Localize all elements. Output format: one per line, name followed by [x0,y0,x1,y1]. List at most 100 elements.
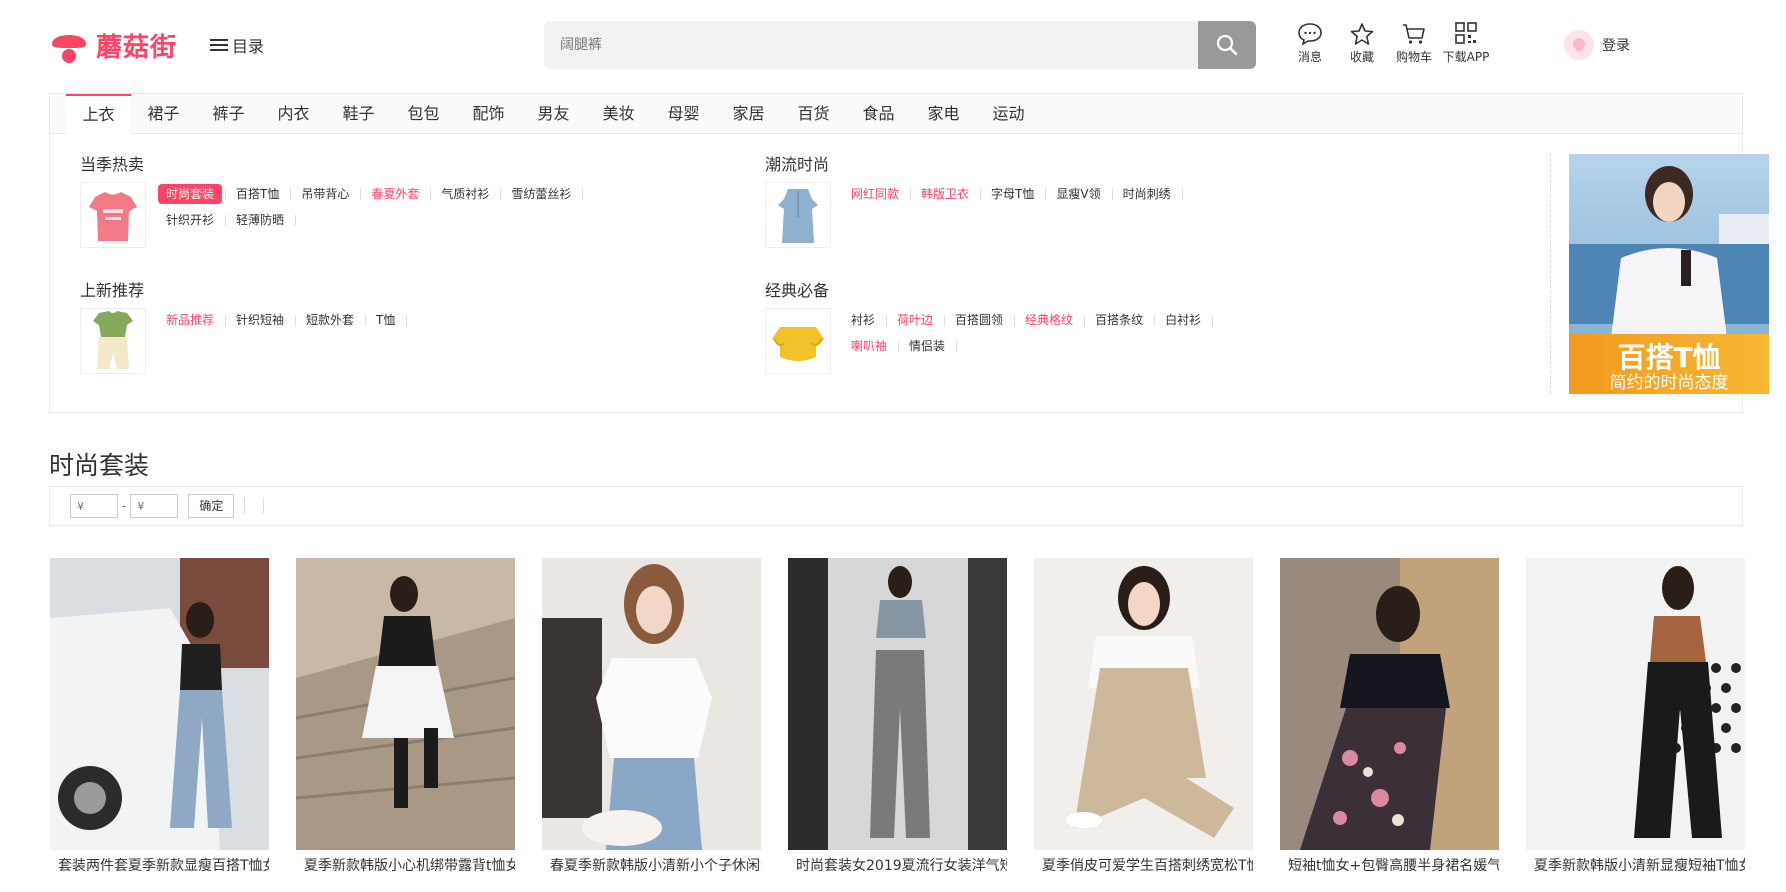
min-price-input[interactable] [70,494,118,518]
product-card[interactable]: 套装两件套夏季新款显瘦百搭T恤女韩版宽松阔腿裤 [50,558,269,892]
product-card[interactable]: 夏季新款韩版小清新显瘦短袖T恤女阔腿裤套装 [1526,558,1745,892]
group-thumbnail[interactable] [765,182,831,248]
product-card[interactable]: 夏季俏皮可爱学生百搭刺绣宽松T恤背带裤两件套 [1034,558,1253,892]
tab-appliances[interactable]: 家电 [911,94,976,134]
search-input[interactable] [544,21,1198,69]
tab-skirts[interactable]: 裙子 [131,94,196,134]
group-thumbnail[interactable] [80,182,146,248]
tab-pants[interactable]: 裤子 [196,94,261,134]
tag[interactable]: 新品推荐 [158,310,227,330]
tag[interactable]: 韩版卫衣 [913,184,982,204]
page: 蘑菇街 目录 消息 收藏 [0,0,1786,879]
category-group-trend: 潮流时尚 网红同款 韩版卫衣 字母T恤 显瘦V领 时尚刺绣 [765,154,1273,248]
product-photo[interactable] [788,558,1007,850]
product-photo[interactable] [1034,558,1253,850]
product-photo[interactable] [542,558,761,850]
product-photo[interactable] [1280,558,1499,850]
tab-home[interactable]: 家居 [716,94,781,134]
group-thumbnail[interactable] [765,308,831,374]
tab-general[interactable]: 百货 [781,94,846,134]
promo-banner[interactable]: 百搭T恤 简约的时尚态度 [1569,154,1769,394]
favorites-button[interactable]: 收藏 [1336,22,1388,65]
search-icon [1216,34,1238,56]
panel-divider [1550,154,1551,394]
tab-beauty[interactable]: 美妆 [586,94,651,134]
tag[interactable]: 百搭圆领 [947,310,1016,330]
cart-button[interactable]: 购物车 [1388,22,1440,65]
tab-shoes[interactable]: 鞋子 [326,94,391,134]
tag[interactable]: 显瘦V领 [1048,184,1113,204]
filter-divider [263,498,265,514]
tag[interactable]: 百搭T恤 [228,184,292,204]
confirm-button[interactable]: 确定 [188,494,235,518]
logo-text: 蘑菇街 [96,32,178,63]
product-card[interactable]: 短袖t恤女+包臀高腰半身裙名媛气质两件套装 [1280,558,1499,892]
group-title: 当季热卖 [80,155,145,174]
tag[interactable]: 衬衫 [843,310,888,330]
tab-bags[interactable]: 包包 [391,94,456,134]
tag[interactable]: 春夏外套 [363,184,432,204]
header-tools: 消息 收藏 购物车 下载APP [1284,22,1492,65]
tag[interactable]: 时尚套装 [158,184,227,204]
download-app-button[interactable]: 下载APP [1440,22,1492,65]
price-filter: - 确定 [49,486,1743,526]
product-photo[interactable] [296,558,515,850]
product-title[interactable]: 夏季新款韩版小清新显瘦短袖T恤女阔腿裤套装 [1526,856,1745,892]
hamburger-icon [210,38,228,52]
banner-subtitle: 简约的时尚态度 [1609,373,1729,393]
qr-icon [1455,22,1477,44]
product-title[interactable]: 短袖t恤女+包臀高腰半身裙名媛气质两件套装 [1280,856,1499,892]
tag[interactable]: 雪纺蕾丝衫 [503,184,584,204]
product-card[interactable]: 春夏季新款韩版小清新小个子休闲套装女短裤两件套 [542,558,761,892]
category-tabs: 上衣 裙子 裤子 内衣 鞋子 包包 配饰 男友 美妆 母婴 家居 百货 食品 家… [50,94,1742,135]
cart-icon [1403,24,1425,44]
tag[interactable]: 气质衬衫 [433,184,502,204]
tag[interactable]: 针织短袖 [228,310,297,330]
tag[interactable]: 针织开衫 [158,210,227,230]
group-thumbnail[interactable] [80,308,146,374]
product-photo[interactable] [1526,558,1745,850]
logo[interactable]: 蘑菇街 [50,26,177,64]
tab-men[interactable]: 男友 [521,94,586,134]
tag[interactable]: 荷叶边 [889,310,946,330]
filter-divider [244,498,246,514]
catalog-menu[interactable]: 目录 [210,33,264,57]
tab-underwear[interactable]: 内衣 [261,94,326,134]
product-card[interactable]: 夏季新款韩版小心机绑带露背t恤女宽松短款上衣 [296,558,515,892]
tag[interactable]: 轻薄防晒 [228,210,297,230]
tag[interactable]: 时尚刺绣 [1115,184,1183,204]
tab-food[interactable]: 食品 [846,94,911,134]
product-card[interactable]: 时尚套装女2019夏流行女装洋气短袖T恤阔腿裤两件套 [788,558,1007,892]
tab-baby[interactable]: 母婴 [651,94,716,134]
tag[interactable]: 字母T恤 [983,184,1047,204]
tag[interactable]: 喇叭袖 [843,336,900,356]
max-price-input[interactable] [130,494,179,518]
product-title[interactable]: 套装两件套夏季新款显瘦百搭T恤女韩版宽松阔腿裤 [50,856,269,892]
group-title: 上新推荐 [80,281,145,300]
messages-button[interactable]: 消息 [1284,22,1336,65]
search-button[interactable] [1198,21,1256,69]
tag[interactable]: 经典格纹 [1017,310,1086,330]
product-photo[interactable] [50,558,269,850]
product-title[interactable]: 时尚套装女2019夏流行女装洋气短袖T恤阔腿裤两件套 [788,856,1007,892]
tab-tops[interactable]: 上衣 [66,94,131,135]
category-panel: 上衣 裙子 裤子 内衣 鞋子 包包 配饰 男友 美妆 母婴 家居 百货 食品 家… [49,93,1769,413]
tag[interactable]: 短款外套 [298,310,367,330]
login-link[interactable]: 登录 [1564,30,1630,60]
tag[interactable]: T恤 [368,310,408,330]
mushroom-logo-icon [50,26,88,64]
tag[interactable]: 百搭条纹 [1087,310,1156,330]
tab-sports[interactable]: 运动 [976,94,1041,134]
price-dash: - [122,499,127,513]
tab-accessories[interactable]: 配饰 [456,94,521,134]
catalog-label: 目录 [232,37,265,56]
tag[interactable]: 情侣装 [901,336,958,356]
group-title: 经典必备 [765,281,830,300]
product-title[interactable]: 夏季新款韩版小心机绑带露背t恤女宽松短款上衣 [296,856,515,892]
tag[interactable]: 白衬衫 [1157,310,1214,330]
product-title[interactable]: 夏季俏皮可爱学生百搭刺绣宽松T恤背带裤两件套 [1034,856,1253,892]
tag[interactable]: 网红同款 [843,184,912,204]
tag[interactable]: 吊带背心 [293,184,362,204]
group-title: 潮流时尚 [765,155,830,174]
product-title[interactable]: 春夏季新款韩版小清新小个子休闲套装女短裤两件套 [542,856,761,892]
